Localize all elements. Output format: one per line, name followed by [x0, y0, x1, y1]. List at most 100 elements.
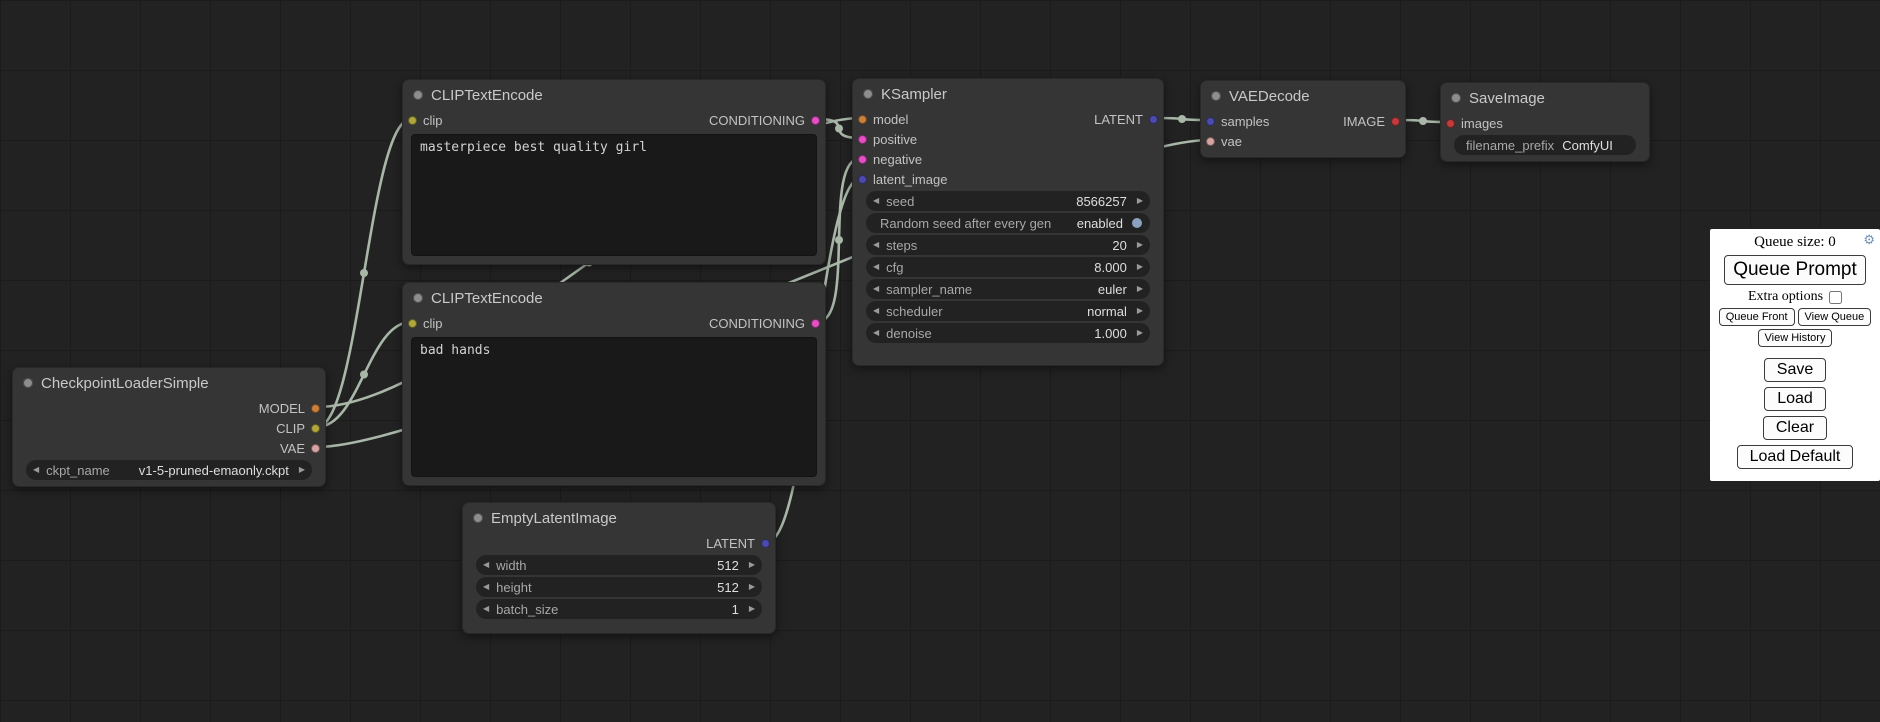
widget-random-seed-after-every-gen[interactable]: Random seed after every genenabled	[866, 213, 1150, 233]
increment-arrow-icon[interactable]: ▶	[1130, 279, 1150, 299]
node-vae-decode[interactable]: VAEDecode samples IMAGE vae	[1200, 80, 1406, 158]
load-button[interactable]: Load	[1764, 387, 1826, 411]
view-history-button[interactable]: View History	[1758, 329, 1833, 347]
decrement-arrow-icon[interactable]: ◀	[476, 577, 496, 597]
queue-prompt-button[interactable]: Queue Prompt	[1724, 255, 1866, 285]
prompt-textarea[interactable]	[411, 134, 817, 256]
output-slot-LATENT[interactable]: LATENT	[1094, 112, 1158, 127]
output-slot-CLIP[interactable]: CLIP	[276, 421, 320, 436]
slot-dot-icon[interactable]	[408, 319, 417, 328]
increment-arrow-icon[interactable]: ▶	[1130, 301, 1150, 321]
increment-arrow-icon[interactable]: ▶	[742, 599, 762, 619]
decrement-arrow-icon[interactable]: ◀	[866, 279, 886, 299]
slot-dot-icon[interactable]	[858, 155, 867, 164]
output-slot-CONDITIONING[interactable]: CONDITIONING	[709, 113, 820, 128]
increment-arrow-icon[interactable]: ▶	[742, 577, 762, 597]
increment-arrow-icon[interactable]: ▶	[1130, 323, 1150, 343]
decrement-arrow-icon[interactable]: ◀	[26, 460, 46, 480]
collapse-dot-icon[interactable]	[1451, 93, 1461, 103]
node-title-bar[interactable]: SaveImage	[1441, 83, 1649, 113]
widget-seed[interactable]: ◀seed8566257▶	[866, 191, 1150, 211]
widget-denoise[interactable]: ◀denoise1.000▶	[866, 323, 1150, 343]
settings-gear-icon[interactable]: ⚙	[1863, 232, 1875, 248]
increment-arrow-icon[interactable]: ▶	[742, 555, 762, 575]
collapse-dot-icon[interactable]	[1211, 91, 1221, 101]
widget-cfg[interactable]: ◀cfg8.000▶	[866, 257, 1150, 277]
widget-ckpt_name[interactable]: ◀ckpt_namev1-5-pruned-emaonly.ckpt▶	[26, 460, 312, 480]
widget-scheduler[interactable]: ◀schedulernormal▶	[866, 301, 1150, 321]
collapse-dot-icon[interactable]	[413, 293, 423, 303]
decrement-arrow-icon[interactable]: ◀	[866, 301, 886, 321]
widget-sampler_name[interactable]: ◀sampler_nameeuler▶	[866, 279, 1150, 299]
node-save-image[interactable]: SaveImageimagesfilename_prefixComfyUI	[1440, 82, 1650, 162]
node-ksampler[interactable]: KSampler model LATENT positive negative laten…	[852, 78, 1164, 366]
slot-dot-icon[interactable]	[408, 116, 417, 125]
node-title-bar[interactable]: EmptyLatentImage	[463, 503, 775, 533]
increment-arrow-icon[interactable]: ▶	[1130, 257, 1150, 277]
slot-dot-icon[interactable]	[311, 404, 320, 413]
widget-batch_size[interactable]: ◀batch_size1▶	[476, 599, 762, 619]
toggle-dot-icon[interactable]	[1132, 218, 1142, 228]
slot-dot-icon[interactable]	[761, 539, 770, 548]
node-clip-text-encode-positive[interactable]: CLIPTextEncode clip CONDITIONING	[402, 79, 826, 265]
node-title-bar[interactable]: VAEDecode	[1201, 81, 1405, 111]
collapse-dot-icon[interactable]	[413, 90, 423, 100]
output-slot-IMAGE[interactable]: IMAGE	[1343, 114, 1400, 129]
slot-dot-icon[interactable]	[811, 319, 820, 328]
node-checkpoint-loader[interactable]: CheckpointLoaderSimple MODEL CLIP VAE ◀ckpt_…	[12, 367, 326, 487]
node-graph-canvas[interactable]: CheckpointLoaderSimple MODEL CLIP VAE ◀ckpt_…	[0, 0, 1880, 722]
decrement-arrow-icon[interactable]: ◀	[866, 323, 886, 343]
input-slot-clip[interactable]: clip	[408, 113, 443, 128]
decrement-arrow-icon[interactable]: ◀	[476, 555, 496, 575]
output-slot-MODEL[interactable]: MODEL	[259, 401, 320, 416]
widget-steps[interactable]: ◀steps20▶	[866, 235, 1150, 255]
clear-button[interactable]: Clear	[1763, 416, 1827, 440]
input-slot-samples[interactable]: samples	[1206, 114, 1269, 129]
slot-dot-icon[interactable]	[1391, 117, 1400, 126]
decrement-arrow-icon[interactable]: ◀	[476, 599, 496, 619]
node-title-bar[interactable]: CLIPTextEncode	[403, 283, 825, 313]
extra-options-checkbox[interactable]	[1829, 291, 1842, 304]
input-slot-vae[interactable]: vae	[1206, 134, 1242, 149]
save-button[interactable]: Save	[1764, 358, 1826, 382]
slot-dot-icon[interactable]	[1206, 117, 1215, 126]
input-slot-clip[interactable]: clip	[408, 316, 443, 331]
node-empty-latent-image[interactable]: EmptyLatentImage LATENT ◀width512▶◀height5…	[462, 502, 776, 634]
prompt-textarea[interactable]	[411, 337, 817, 477]
node-title-bar[interactable]: CheckpointLoaderSimple	[13, 368, 325, 398]
widget-height[interactable]: ◀height512▶	[476, 577, 762, 597]
slot-dot-icon[interactable]	[1206, 137, 1215, 146]
node-title-bar[interactable]: CLIPTextEncode	[403, 80, 825, 110]
widget-width[interactable]: ◀width512▶	[476, 555, 762, 575]
load-default-button[interactable]: Load Default	[1737, 445, 1854, 469]
view-queue-button[interactable]: View Queue	[1798, 308, 1872, 326]
decrement-arrow-icon[interactable]: ◀	[866, 235, 886, 255]
input-slot-negative[interactable]: negative	[858, 152, 922, 167]
increment-arrow-icon[interactable]: ▶	[1130, 235, 1150, 255]
node-clip-text-encode-negative[interactable]: CLIPTextEncode clip CONDITIONING	[402, 282, 826, 486]
output-slot-VAE[interactable]: VAE	[280, 441, 320, 456]
slot-dot-icon[interactable]	[811, 116, 820, 125]
input-slot-model[interactable]: model	[858, 112, 908, 127]
output-slot-LATENT[interactable]: LATENT	[706, 536, 770, 551]
collapse-dot-icon[interactable]	[473, 513, 483, 523]
decrement-arrow-icon[interactable]: ◀	[866, 257, 886, 277]
collapse-dot-icon[interactable]	[23, 378, 33, 388]
node-title-bar[interactable]: KSampler	[853, 79, 1163, 109]
slot-dot-icon[interactable]	[311, 424, 320, 433]
slot-dot-icon[interactable]	[858, 175, 867, 184]
increment-arrow-icon[interactable]: ▶	[292, 460, 312, 480]
slot-dot-icon[interactable]	[858, 135, 867, 144]
decrement-arrow-icon[interactable]: ◀	[866, 191, 886, 211]
slot-dot-icon[interactable]	[858, 115, 867, 124]
collapse-dot-icon[interactable]	[863, 89, 873, 99]
slot-dot-icon[interactable]	[1446, 119, 1455, 128]
slot-dot-icon[interactable]	[311, 444, 320, 453]
queue-front-button[interactable]: Queue Front	[1719, 308, 1795, 326]
increment-arrow-icon[interactable]: ▶	[1130, 191, 1150, 211]
input-slot-positive[interactable]: positive	[858, 132, 917, 147]
input-slot-latent_image[interactable]: latent_image	[858, 172, 947, 187]
output-slot-CONDITIONING[interactable]: CONDITIONING	[709, 316, 820, 331]
slot-dot-icon[interactable]	[1149, 115, 1158, 124]
widget-filename_prefix[interactable]: filename_prefixComfyUI	[1454, 135, 1636, 155]
